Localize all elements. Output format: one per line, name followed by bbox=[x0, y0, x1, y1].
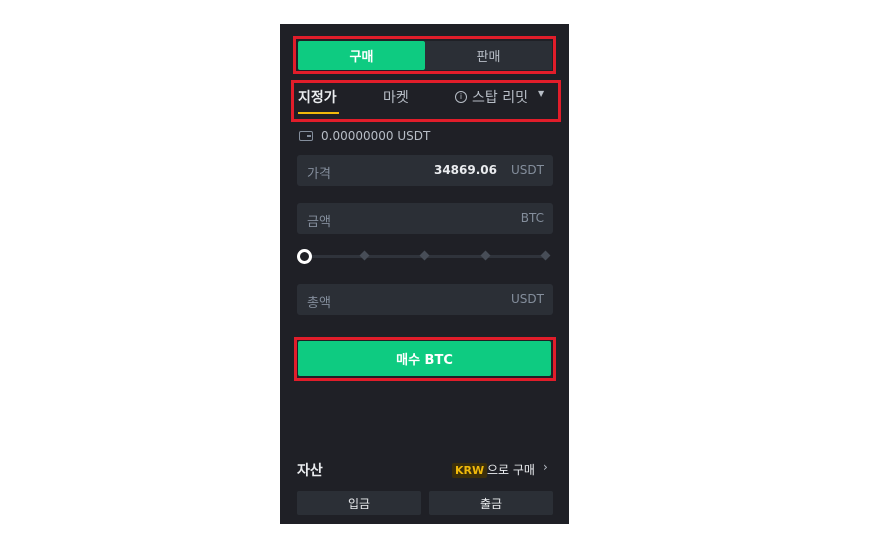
total-unit: USDT bbox=[511, 292, 544, 306]
price-field[interactable]: 가격 34869.06 USDT bbox=[297, 155, 553, 186]
price-label: 가격 bbox=[307, 167, 331, 182]
available-balance: 0.00000000 USDT bbox=[321, 129, 431, 143]
buy-with-krw-link[interactable]: 으로 구매 bbox=[487, 461, 535, 478]
slider-thumb[interactable] bbox=[297, 249, 312, 264]
chevron-right-icon[interactable]: › bbox=[543, 460, 548, 474]
wallet-icon bbox=[299, 131, 313, 141]
amount-label: 금액 bbox=[307, 215, 331, 230]
assets-title: 자산 bbox=[297, 463, 323, 479]
amount-unit: BTC bbox=[520, 211, 544, 225]
withdraw-button[interactable]: 출금 bbox=[429, 491, 553, 515]
price-unit: USDT bbox=[511, 163, 544, 177]
total-field[interactable]: 총액 USDT bbox=[297, 284, 553, 315]
highlight-buy-button bbox=[294, 337, 556, 381]
price-value: 34869.06 bbox=[433, 163, 497, 177]
deposit-button[interactable]: 입금 bbox=[297, 491, 421, 515]
highlight-side-tabs bbox=[293, 36, 556, 74]
total-label: 총액 bbox=[307, 296, 331, 311]
krw-badge[interactable]: KRW bbox=[452, 463, 488, 478]
amount-field[interactable]: 금액 BTC bbox=[297, 203, 553, 234]
highlight-order-types bbox=[291, 80, 561, 122]
